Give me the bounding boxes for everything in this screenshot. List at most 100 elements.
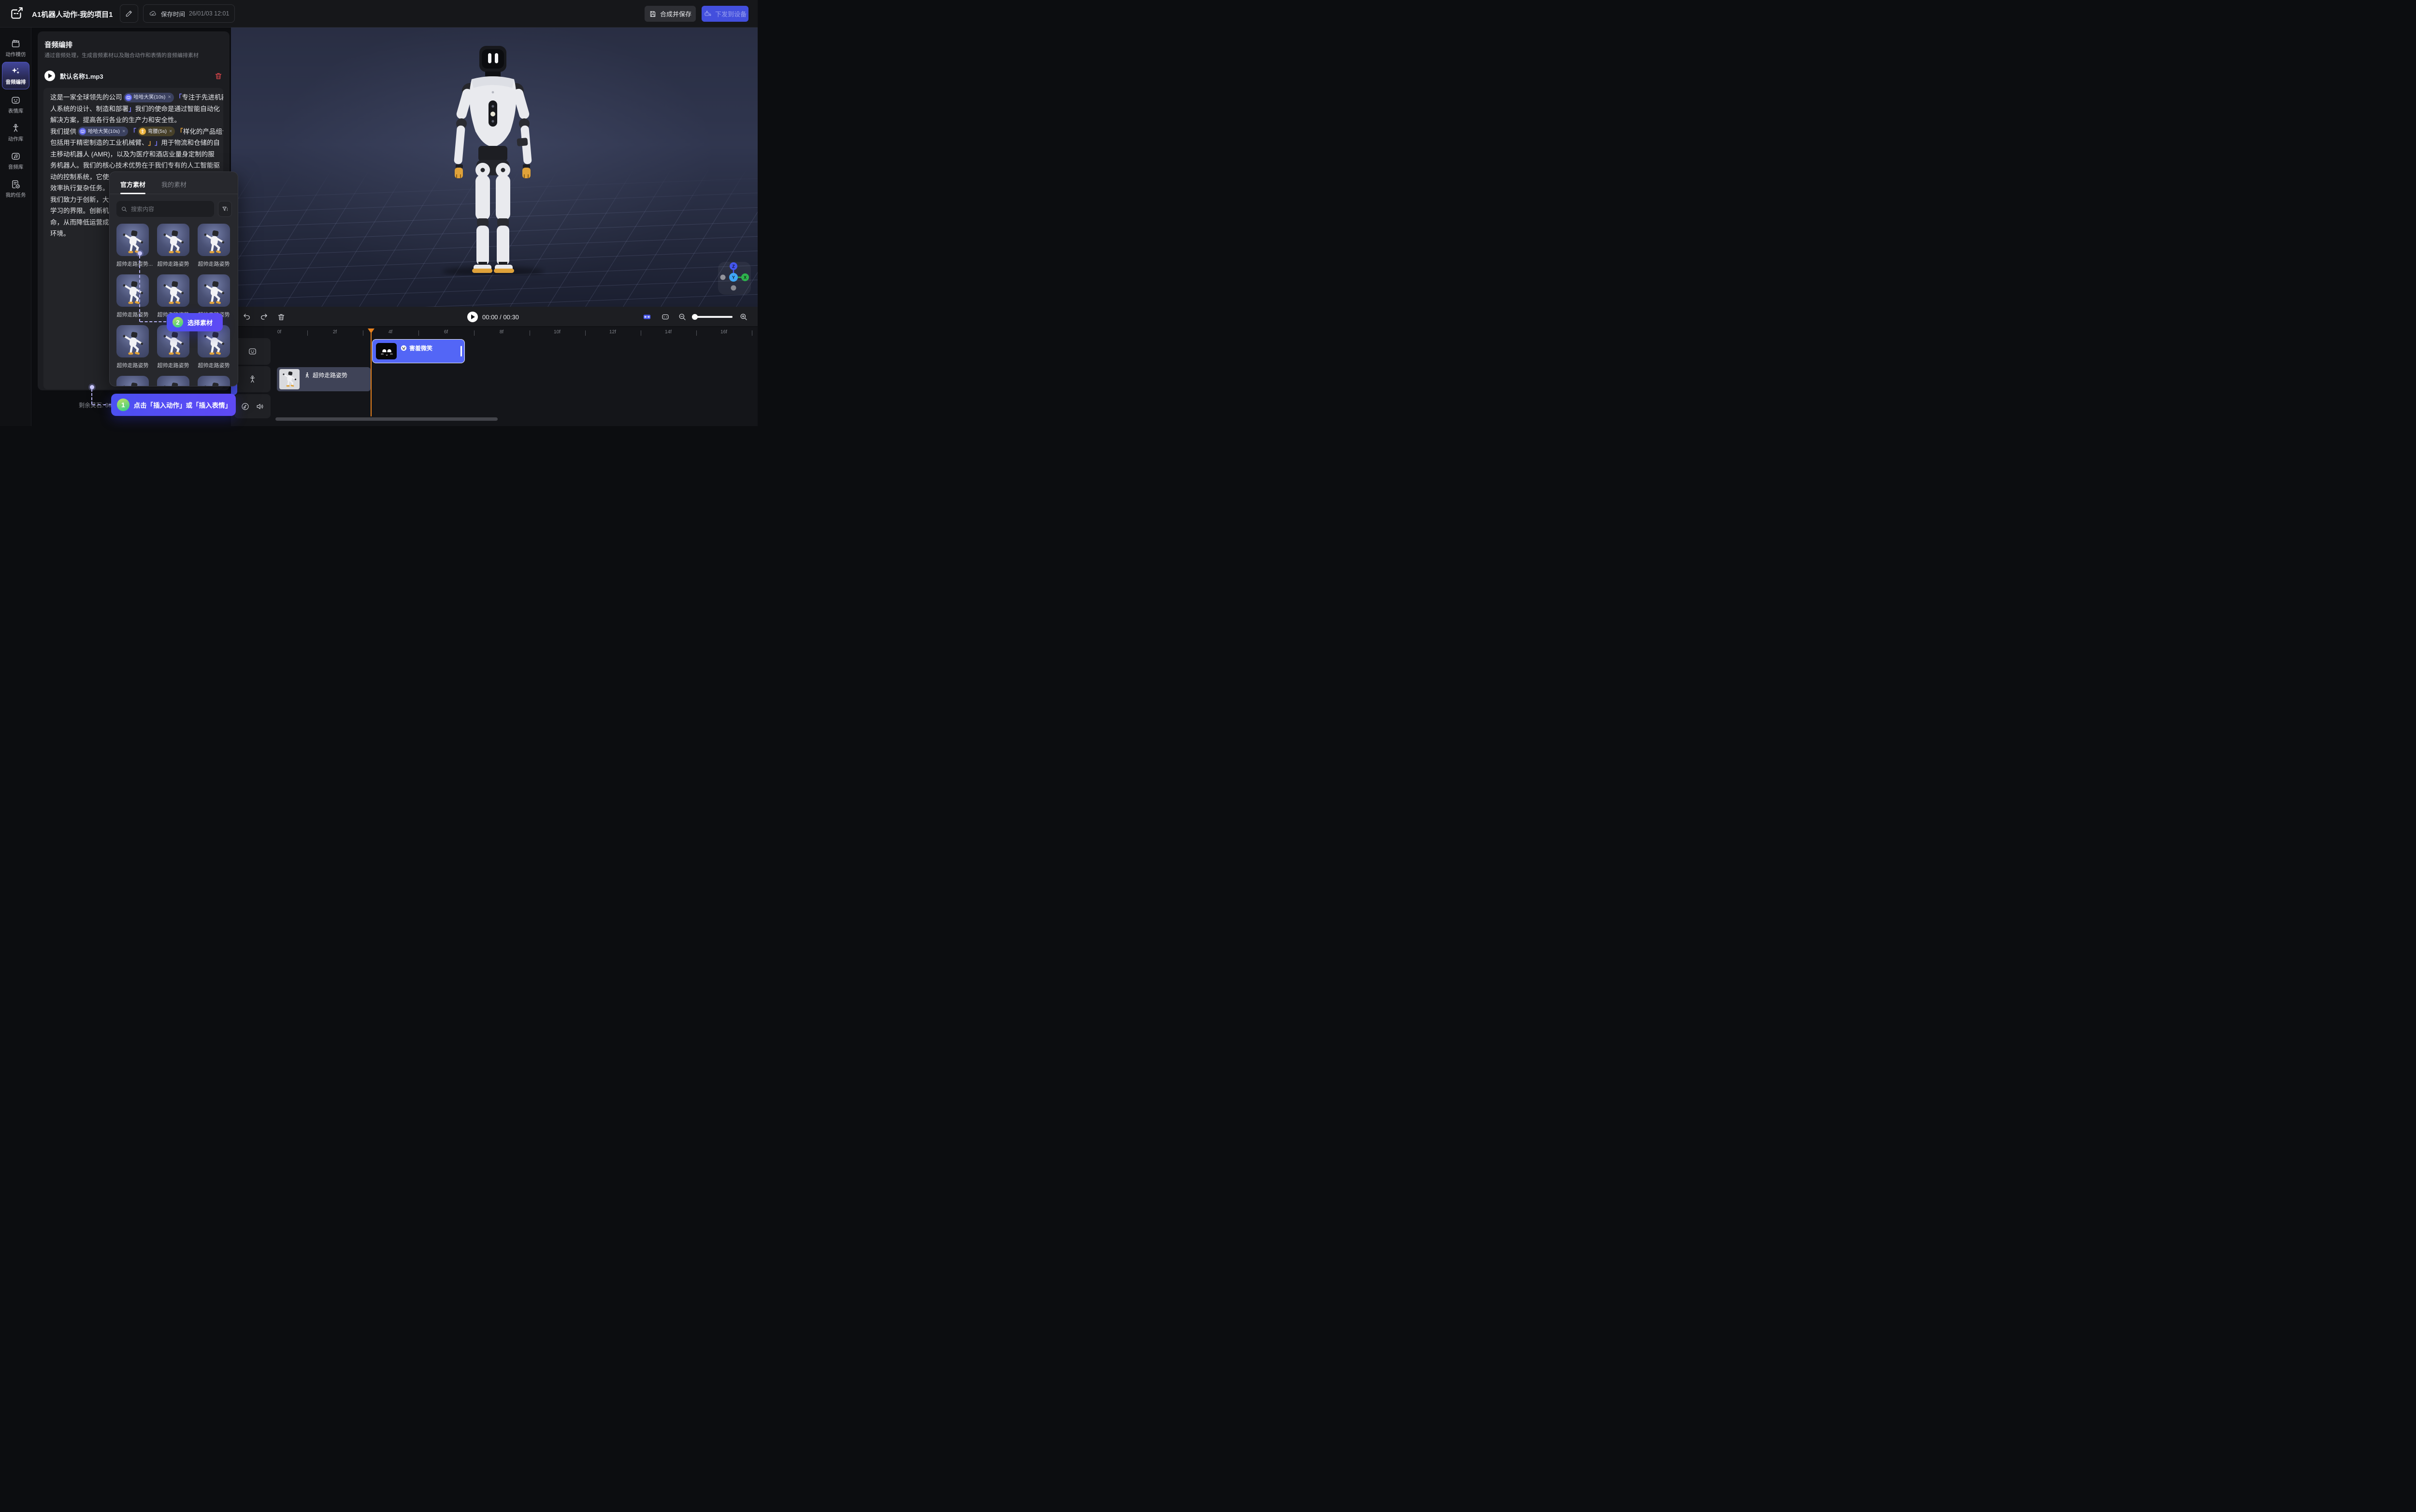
motion-track-header <box>234 366 271 392</box>
ruler-label: 12f <box>609 329 616 335</box>
playback-bar: 00:00 / 00:30 <box>231 307 758 327</box>
filter-button[interactable] <box>218 201 232 217</box>
play-button[interactable] <box>467 312 478 322</box>
tag-remove-icon[interactable]: × <box>168 92 171 103</box>
editor-text: 务机器人。我们的核心技术优势在于我们专有的人工智能驱 <box>50 160 220 171</box>
material-label: 超帅走路姿势 <box>198 361 230 369</box>
axis-neg-x <box>720 275 726 280</box>
zoom-in-icon[interactable] <box>739 313 748 321</box>
inline-tag-haha[interactable]: 哈哈大笑(10s)× <box>78 127 128 136</box>
expression-clip-label: 害羞微笑 <box>409 344 432 352</box>
save-time-chip: 保存时间 26/01/03 12:01 <box>143 4 235 23</box>
app-window: Z Y X 00:00 / 00:30 0f2f4f6f8f10f12f14f1… <box>0 0 758 426</box>
timeline-scrollbar[interactable] <box>275 417 498 421</box>
material-item[interactable] <box>116 376 149 386</box>
timeline-ruler[interactable]: 0f2f4f6f8f10f12f14f16f <box>231 328 758 337</box>
corner-bracket: 「 <box>175 92 182 103</box>
material-item[interactable]: 超帅走路姿势 <box>116 274 149 318</box>
material-item[interactable]: 超帅走路姿势 <box>157 224 189 268</box>
deploy-to-device-button[interactable]: 下发到设备 <box>702 6 748 22</box>
material-item[interactable]: 超帅走路姿势 <box>198 274 230 318</box>
connector2-horizontal <box>140 321 166 322</box>
audio-play-button[interactable] <box>44 71 55 81</box>
sparkles-icon <box>11 66 21 76</box>
app-logo-icon[interactable] <box>10 6 24 21</box>
material-item[interactable]: 超帅走路姿势 <box>198 224 230 268</box>
fit-timeline-icon[interactable] <box>643 313 651 321</box>
robot-face-icon <box>11 95 21 105</box>
motion-clip[interactable]: 超帅走路姿势 <box>277 367 371 391</box>
inline-tag-haha[interactable]: 哈哈大笑(10s)× <box>124 93 174 102</box>
axis-gizmo[interactable]: Z Y X <box>717 261 752 296</box>
material-search-box[interactable] <box>116 201 214 217</box>
laugh-expression-icon <box>125 94 132 101</box>
sidebar-item-audio-lib[interactable]: 音频库 <box>0 151 31 171</box>
material-item[interactable] <box>157 376 189 386</box>
sidebar-item-expression-lib[interactable]: 表情库 <box>0 95 31 114</box>
zoom-out-icon[interactable] <box>678 313 687 321</box>
speaker-icon[interactable] <box>256 402 265 411</box>
delete-clip-icon[interactable] <box>277 313 286 321</box>
sidebar-item-motion-mimic[interactable]: 动作模仿 <box>0 39 31 58</box>
audio-file-name: 默认名称1.mp3 <box>60 71 214 81</box>
material-thumbnail <box>198 274 230 307</box>
delete-audio-icon[interactable] <box>214 71 223 80</box>
expression-clip-thumbnail <box>376 343 397 359</box>
panel-subtitle: 通过音频处理，生成音频素材以及融合动作和表情的音频编排素材 <box>44 51 226 59</box>
shy-face-icon <box>378 345 395 357</box>
tab-my-materials[interactable]: 我的素材 <box>161 180 187 189</box>
merge-save-button[interactable]: 合成并保存 <box>645 6 696 22</box>
viewport-3d[interactable]: Z Y X <box>231 28 758 307</box>
material-thumbnail <box>198 224 230 256</box>
robot-model[interactable] <box>440 43 546 275</box>
material-item[interactable]: 超帅走路姿势... <box>116 224 149 268</box>
material-thumbnail <box>116 224 149 256</box>
material-item[interactable]: 超帅走路姿势 <box>116 325 149 369</box>
clip-range-icon[interactable] <box>661 313 670 321</box>
material-item[interactable] <box>198 376 230 386</box>
rename-project-button[interactable] <box>120 4 138 23</box>
timeline-zoom-slider[interactable] <box>692 316 733 318</box>
tab-official-materials[interactable]: 官方素材 <box>120 180 145 189</box>
playhead[interactable] <box>368 328 374 333</box>
search-input[interactable] <box>131 206 203 213</box>
ruler-label: 6f <box>444 329 448 335</box>
ruler-tick <box>585 330 586 336</box>
undo-icon[interactable] <box>243 313 251 321</box>
editor-line: 主移动机器人 (AMR)，以及为医疗和酒店业量身定制的服 <box>43 149 223 160</box>
inline-tag-bend[interactable]: 弯腰(5s)× <box>138 127 175 136</box>
material-item[interactable]: 超帅走路姿势 <box>157 325 189 369</box>
editor-line: 包括用于精密制造的工业机械臂、」」用于物流和仓储的自 <box>43 137 223 149</box>
editor-line: 解决方案，提高各行各业的生产力和安全性。 <box>43 114 223 126</box>
axis-y-label: Y <box>732 275 735 280</box>
corner-bracket: 」 <box>129 103 135 115</box>
material-item[interactable]: 超帅走路姿势 <box>198 325 230 369</box>
editor-text: 命，从而降低运营成 <box>50 217 109 228</box>
motion-track-icon <box>248 375 257 384</box>
material-label: 超帅走路姿势 <box>116 311 149 318</box>
sidebar-item-audio-arrange[interactable]: 音频编排 <box>2 62 29 89</box>
dancing-robot-icon <box>201 229 227 255</box>
expression-clip[interactable]: 害羞微笑 <box>372 339 465 363</box>
material-thumbnail <box>157 274 189 307</box>
material-item[interactable]: 超帅走路姿势 <box>157 274 189 318</box>
material-picker-popup: 官方素材 我的素材 超帅走路姿势...超帅走路姿势超帅走路姿势超帅走路姿势超帅走… <box>109 171 238 386</box>
material-thumbnail <box>116 274 149 307</box>
pencil-icon <box>125 9 133 18</box>
redo-icon[interactable] <box>259 313 268 321</box>
tag-remove-icon[interactable]: × <box>169 126 172 138</box>
step1-text: 点击「插入动作」或「插入表情」 <box>134 400 230 410</box>
editor-text: 我们的使命是通过智能自动化 <box>135 103 220 115</box>
bend-motion-icon <box>139 128 146 135</box>
sidebar-item-motion-lib[interactable]: 动作库 <box>0 123 31 143</box>
dancing-robot-icon <box>160 229 187 255</box>
sidebar-item-my-tasks[interactable]: 我的任务 <box>0 179 31 199</box>
material-label: 超帅走路姿势... <box>116 260 149 268</box>
editor-text: 效率执行复杂任务。 <box>50 183 109 194</box>
top-bar: A1机器人动作-我的项目1 保存时间 26/01/03 12:01 合成并保存 … <box>0 0 758 28</box>
audio-record-icon[interactable] <box>241 402 250 411</box>
ruler-label: 4f <box>388 329 392 335</box>
clip-trim-handle[interactable] <box>460 346 462 357</box>
expression-track-header <box>234 338 271 365</box>
tag-remove-icon[interactable]: × <box>122 126 125 138</box>
